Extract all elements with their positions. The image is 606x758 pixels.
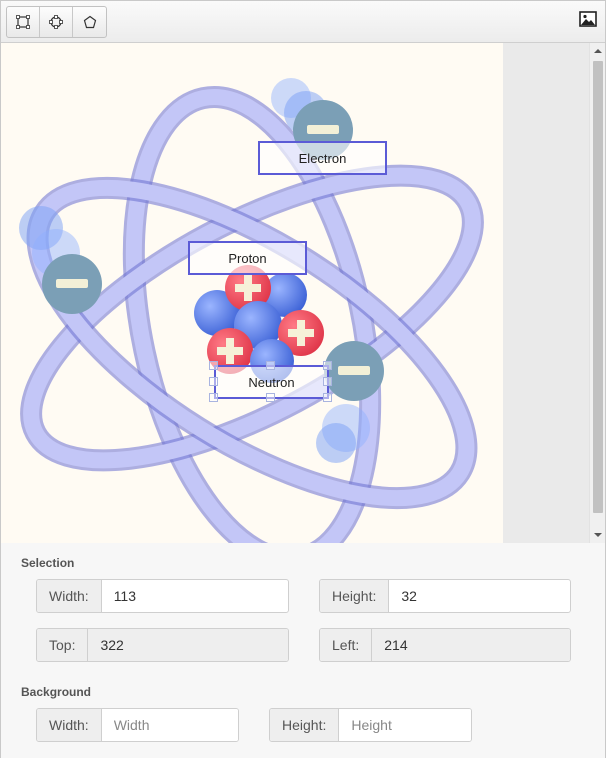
scroll-up-arrow-icon[interactable]: [593, 46, 603, 56]
background-width-label: Width:: [37, 709, 102, 741]
area-label-proton[interactable]: Proton: [188, 241, 307, 275]
background-height-field: Height:: [269, 708, 472, 742]
properties-panel: Selection Width: 113 Height: 32 Top: 322…: [1, 543, 605, 758]
shape-tool-group: [6, 6, 107, 38]
resize-handle-right[interactable]: [323, 377, 332, 386]
image-map-editor: Electron Proton Neutron Selection Width:…: [0, 0, 606, 758]
background-height-input[interactable]: [339, 709, 471, 741]
background-height-label: Height:: [270, 709, 340, 741]
selection-left-value: 214: [372, 629, 570, 661]
circle-dashed-icon: [49, 15, 63, 29]
resize-handle-left[interactable]: [209, 377, 218, 386]
square-dashed-icon: [16, 15, 30, 29]
selection-width-label: Width:: [37, 580, 102, 612]
pentagon-icon: [83, 15, 96, 29]
selection-width-input[interactable]: 113: [102, 580, 288, 612]
selection-left-label: Left:: [320, 629, 373, 661]
selection-height-label: Height:: [320, 580, 390, 612]
atom-drawing: [19, 78, 484, 543]
resize-handle-bottom-right[interactable]: [323, 393, 332, 402]
polygon-tool-button[interactable]: [73, 7, 106, 37]
vertical-scrollbar[interactable]: [589, 43, 605, 543]
circle-tool-button[interactable]: [40, 7, 73, 37]
background-width-input[interactable]: [101, 709, 238, 741]
selection-left-field: Left: 214: [319, 628, 571, 662]
background-width-field: Width:: [36, 708, 239, 742]
resize-handle-top-right[interactable]: [323, 361, 332, 370]
toolbar: [1, 1, 605, 43]
electron-particle: [42, 254, 102, 314]
selection-top-field: Top: 322: [36, 628, 289, 662]
scrollbar-thumb[interactable]: [593, 61, 603, 513]
electron-particle: [324, 341, 384, 401]
resize-handle-top[interactable]: [266, 361, 275, 370]
selection-top-value: 322: [88, 629, 288, 661]
selection-height-field: Height: 32: [319, 579, 571, 613]
selection-height-input[interactable]: 32: [389, 580, 570, 612]
scroll-down-arrow-icon[interactable]: [593, 530, 603, 540]
resize-handle-bottom-left[interactable]: [209, 393, 218, 402]
background-section-title: Background: [21, 685, 92, 699]
selection-top-label: Top:: [37, 629, 89, 661]
resize-handle-top-left[interactable]: [209, 361, 218, 370]
rectangle-tool-button[interactable]: [7, 7, 40, 37]
canvas-area[interactable]: Electron Proton Neutron: [1, 43, 591, 543]
area-label-electron[interactable]: Electron: [258, 141, 387, 175]
selection-width-field: Width: 113: [36, 579, 289, 613]
atom-illustration: Electron Proton Neutron: [1, 43, 503, 543]
resize-handle-bottom[interactable]: [266, 393, 275, 402]
image-icon[interactable]: [579, 11, 597, 27]
selection-section-title: Selection: [21, 556, 75, 570]
